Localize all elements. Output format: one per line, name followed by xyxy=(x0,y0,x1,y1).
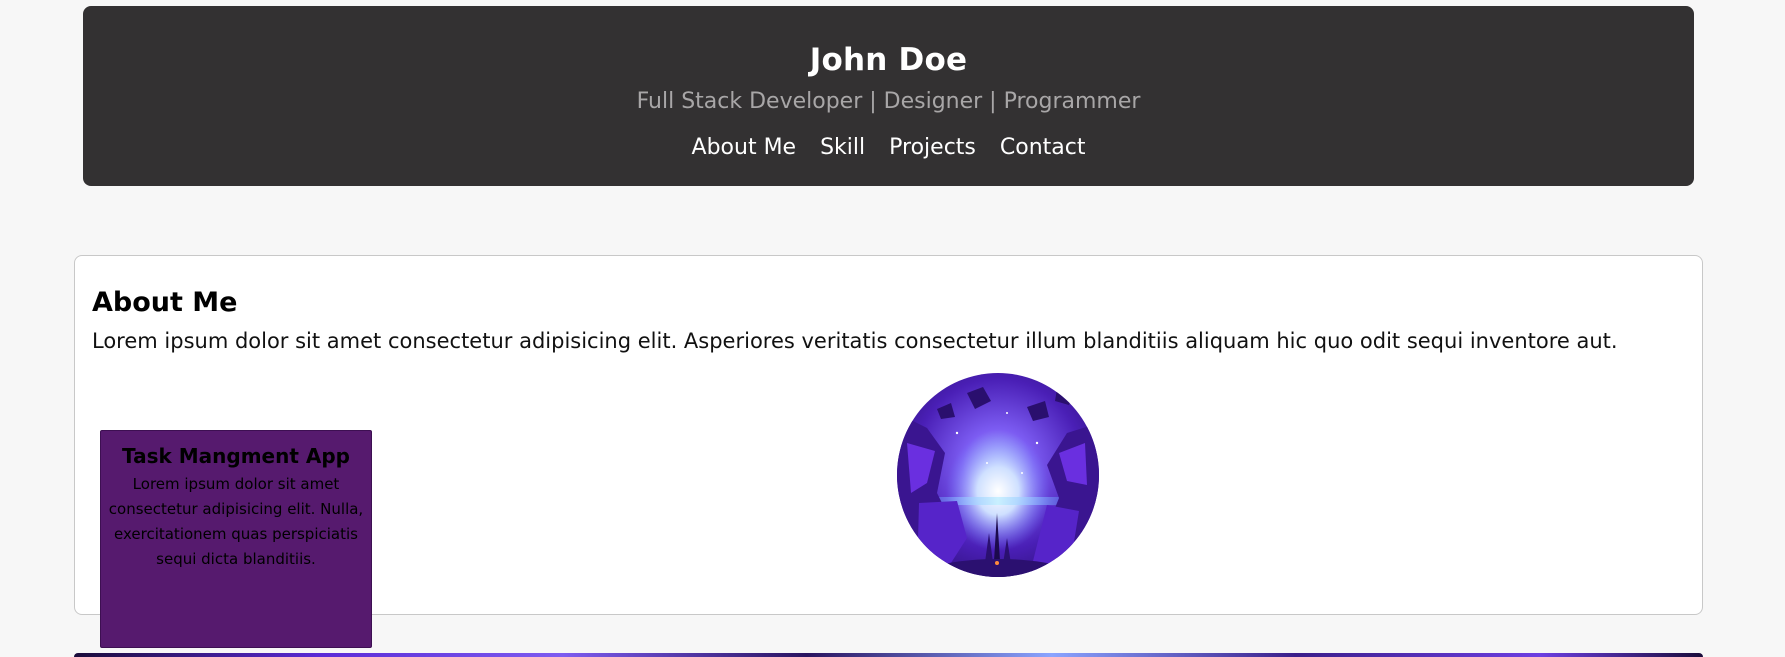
site-tagline: Full Stack Developer | Designer | Progra… xyxy=(636,89,1141,114)
main-nav: About Me Skill Projects Contact xyxy=(83,132,1694,164)
project-card-title: Task Mangment App xyxy=(122,444,350,468)
project-card-description: Lorem ipsum dolor sit amet consectetur a… xyxy=(108,475,364,568)
project-card[interactable]: Task Mangment App Lorem ipsum dolor sit … xyxy=(100,430,372,648)
nav-link-about-me[interactable]: About Me xyxy=(692,132,797,164)
profile-image xyxy=(897,373,1099,577)
about-text: Lorem ipsum dolor sit amet consectetur a… xyxy=(92,329,1618,353)
about-title: About Me xyxy=(92,287,238,318)
nav-link-contact[interactable]: Contact xyxy=(1000,132,1086,164)
nav-link-skill[interactable]: Skill xyxy=(820,132,865,164)
site-title: John Doe xyxy=(809,42,968,78)
site-header: John Doe Full Stack Developer | Designer… xyxy=(83,6,1694,186)
nav-link-projects[interactable]: Projects xyxy=(889,132,976,164)
next-section-banner xyxy=(74,653,1703,657)
